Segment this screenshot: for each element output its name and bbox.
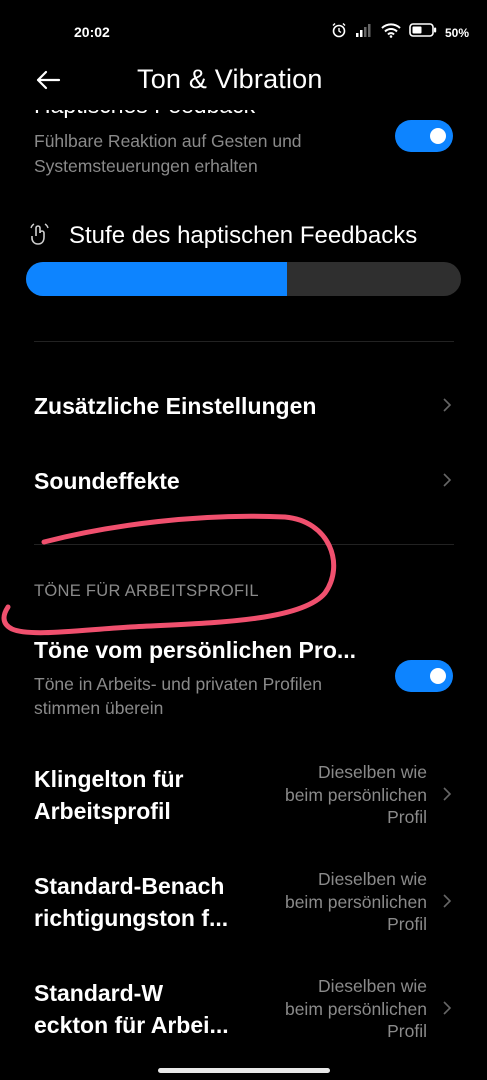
haptic-level-slider[interactable] bbox=[26, 262, 461, 296]
work-alarm-value: Dieselben wie beim persönlichen Profil bbox=[237, 975, 427, 1043]
work-ringtone-title-1: Klingelton für bbox=[34, 766, 184, 792]
home-indicator[interactable] bbox=[158, 1068, 330, 1073]
chevron-right-icon bbox=[441, 894, 453, 908]
work-alarm-value-3: Profil bbox=[387, 1021, 427, 1041]
divider bbox=[34, 341, 454, 342]
work-alarm-title-1: Standard-W bbox=[34, 980, 164, 1006]
haptic-feedback-subtitle-1: Fühlbare Reaktion auf Gesten und bbox=[34, 131, 302, 151]
haptic-level-slider-fill bbox=[26, 262, 287, 296]
sound-effects-label: Soundeffekte bbox=[34, 468, 180, 494]
haptic-feedback-subtitle-2: Systemsteuerungen erhalten bbox=[34, 156, 258, 176]
work-alarm-value-2: beim persönlichen bbox=[284, 998, 427, 1019]
additional-settings-label: Zusätzliche Einstellungen bbox=[34, 393, 317, 419]
work-ringtone-value: Dieselben wie beim persönlichen Profil bbox=[237, 761, 427, 829]
arrow-left-icon bbox=[35, 70, 61, 95]
work-alarm-title-2: eckton für Arbei... bbox=[34, 1012, 229, 1038]
page-title: Ton & Vibration bbox=[137, 64, 323, 94]
personal-tones-title: Töne vom persönlichen Pro... bbox=[34, 637, 357, 663]
personal-tones-toggle[interactable] bbox=[395, 660, 453, 692]
chevron-right-icon bbox=[441, 473, 453, 487]
settings-content[interactable]: Haptisches Feedback Fühlbare Reaktion au… bbox=[0, 0, 487, 1080]
chevron-right-icon bbox=[441, 398, 453, 412]
personal-tones-subtitle-1: Töne in Arbeits- und privaten Profilen bbox=[34, 674, 322, 694]
work-ringtone-value-1: Dieselben wie bbox=[318, 762, 427, 782]
back-button[interactable] bbox=[30, 64, 66, 100]
work-notification-value-1: Dieselben wie bbox=[318, 869, 427, 889]
work-notification-title-2: richtigungston f... bbox=[34, 905, 229, 931]
haptic-level-label: Stufe des haptischen Feedbacks bbox=[69, 222, 418, 249]
chevron-right-icon bbox=[441, 1001, 453, 1015]
vibration-hand-icon bbox=[28, 222, 50, 251]
chevron-right-icon bbox=[441, 787, 453, 801]
work-notification-value-2: beim persönlichen bbox=[284, 891, 427, 912]
haptic-feedback-toggle[interactable] bbox=[395, 120, 453, 152]
work-ringtone-value-3: Profil bbox=[387, 807, 427, 827]
work-notification-value: Dieselben wie beim persönlichen Profil bbox=[237, 868, 427, 936]
app-header: Ton & Vibration bbox=[0, 54, 487, 110]
work-ringtone-value-2: beim persönlichen bbox=[284, 784, 427, 805]
work-notification-title-1: Standard-Benach bbox=[34, 873, 225, 899]
divider bbox=[34, 544, 454, 545]
section-header-work-profile: TÖNE FÜR ARBEITSPROFIL bbox=[34, 582, 259, 600]
work-notification-value-3: Profil bbox=[387, 914, 427, 934]
work-alarm-value-1: Dieselben wie bbox=[318, 976, 427, 996]
work-ringtone-title-2: Arbeitsprofil bbox=[34, 798, 171, 824]
personal-tones-subtitle-2: stimmen überein bbox=[34, 698, 164, 718]
